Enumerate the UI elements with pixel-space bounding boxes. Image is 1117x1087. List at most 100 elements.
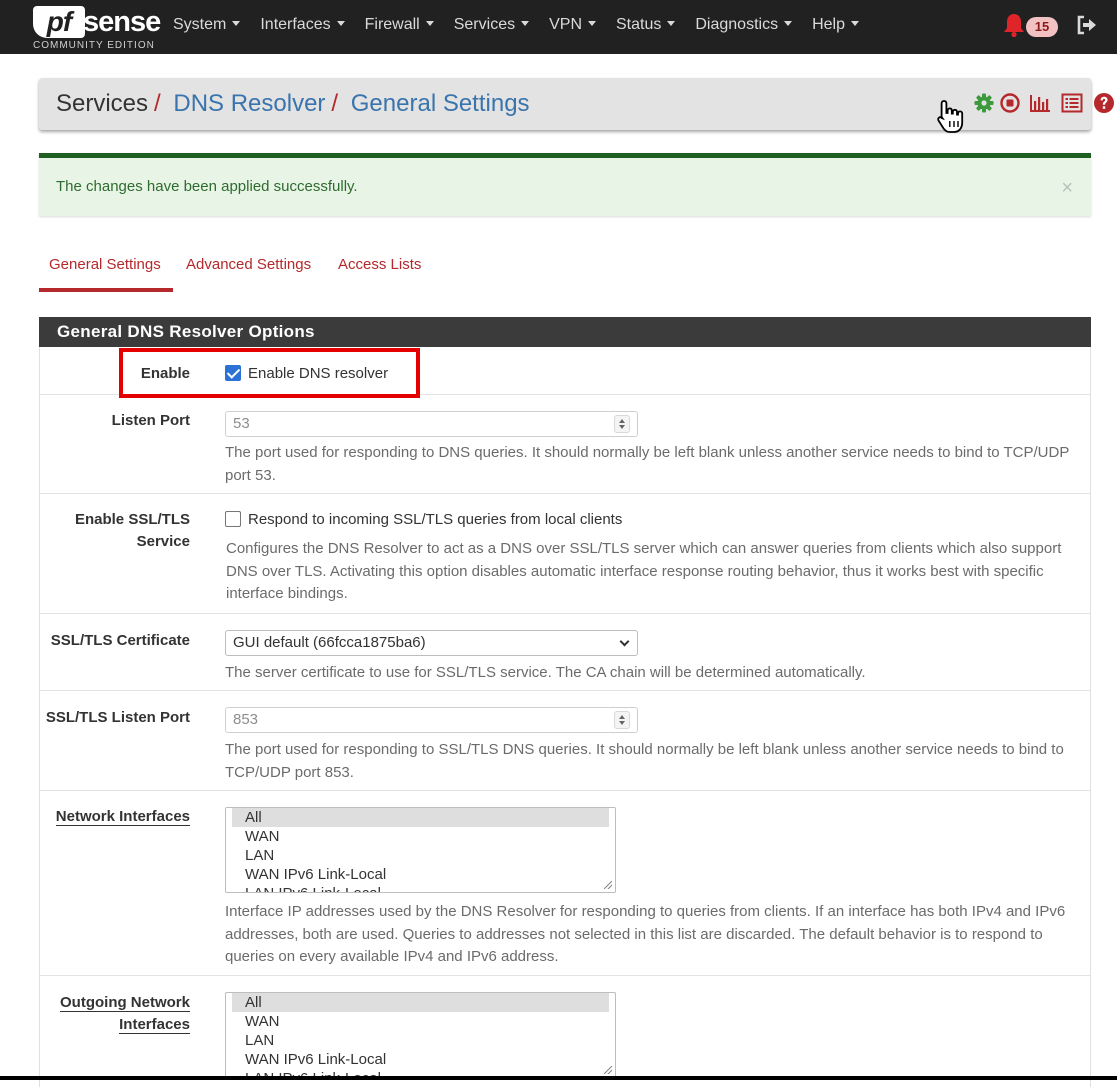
alert-message: The changes have been applied successful… bbox=[56, 178, 358, 195]
log-list-icon[interactable] bbox=[1061, 92, 1083, 114]
ssl-tls-service-label: Enable SSL/TLS Service bbox=[30, 509, 190, 553]
row-listen-port: Listen Port 53 The port used for respond… bbox=[40, 395, 1090, 494]
alert-close-button[interactable]: × bbox=[1061, 178, 1073, 198]
ssl-tls-listen-port-help: The port used for responding to SSL/TLS … bbox=[225, 741, 1064, 781]
list-option-wan-ipv6[interactable]: WAN IPv6 Link-Local bbox=[232, 865, 609, 884]
bar-chart-icon[interactable] bbox=[1029, 92, 1051, 114]
list-option-all[interactable]: All bbox=[232, 993, 609, 1012]
caret-down-icon bbox=[336, 21, 345, 26]
certificate-selected-value: GUI default (66fcca1875ba6) bbox=[233, 634, 426, 651]
list-option-wan[interactable]: WAN bbox=[232, 1012, 609, 1031]
ssl-port-value: 853 bbox=[233, 711, 259, 728]
ssl-tls-certificate-select[interactable]: GUI default (66fcca1875ba6) bbox=[225, 630, 638, 656]
menu-label: Help bbox=[812, 16, 845, 33]
ssl-tls-checkbox[interactable]: Respond to incoming SSL/TLS queries from… bbox=[225, 510, 622, 530]
list-option-wan-ipv6[interactable]: WAN IPv6 Link-Local bbox=[232, 1050, 609, 1069]
enable-checkbox-label: Enable DNS resolver bbox=[248, 365, 389, 382]
ssl-tls-certificate-help: The server certificate to use for SSL/TL… bbox=[225, 664, 866, 681]
ssl-tls-listen-port-label: SSL/TLS Listen Port bbox=[45, 709, 190, 726]
breadcrumb-general-settings[interactable]: General Settings bbox=[351, 90, 530, 117]
tab-access-lists[interactable]: Access Lists bbox=[338, 248, 421, 292]
menu-label: VPN bbox=[549, 16, 582, 33]
chevron-down-icon bbox=[619, 636, 630, 647]
listen-port-value: 53 bbox=[233, 415, 250, 432]
logo-sense: sense bbox=[83, 6, 161, 38]
list-option-wan[interactable]: WAN bbox=[232, 827, 609, 846]
menu-label: Status bbox=[616, 16, 662, 33]
tab-advanced-settings[interactable]: Advanced Settings bbox=[186, 248, 311, 292]
ssl-tls-checkbox-label: Respond to incoming SSL/TLS queries from… bbox=[248, 511, 623, 528]
menu-label: Firewall bbox=[364, 16, 420, 33]
menu-system[interactable]: System bbox=[163, 0, 250, 54]
stop-circle-icon[interactable] bbox=[999, 92, 1021, 114]
list-option-all[interactable]: All bbox=[232, 808, 609, 827]
menu-vpn[interactable]: VPN bbox=[539, 0, 606, 54]
caret-down-icon bbox=[425, 21, 434, 26]
caret-down-icon bbox=[667, 21, 676, 26]
listen-port-label: Listen Port bbox=[111, 412, 190, 429]
list-option-lan[interactable]: LAN bbox=[232, 846, 609, 865]
row-ssl-tls-listen-port: SSL/TLS Listen Port 853 The port used fo… bbox=[40, 691, 1090, 791]
breadcrumb-panel: Services / DNS Resolver / General Settings bbox=[39, 78, 1114, 130]
success-alert: The changes have been applied successful… bbox=[39, 153, 1091, 216]
ssl-tls-listen-port-input[interactable]: 853 bbox=[225, 707, 638, 733]
logout-icon[interactable] bbox=[1076, 14, 1098, 36]
ssl-tls-certificate-label: SSL/TLS Certificate bbox=[50, 632, 190, 649]
number-spinner-icon[interactable] bbox=[614, 711, 630, 729]
menu-firewall[interactable]: Firewall bbox=[355, 0, 444, 54]
number-spinner-icon[interactable] bbox=[614, 415, 630, 433]
menu-label: Interfaces bbox=[260, 16, 331, 33]
resize-grip-icon[interactable] bbox=[604, 1066, 612, 1074]
caret-down-icon bbox=[850, 21, 859, 26]
network-interfaces-listbox[interactable]: All WAN LAN WAN IPv6 Link-Local LAN IPv6… bbox=[225, 807, 616, 893]
caret-down-icon bbox=[784, 21, 793, 26]
gear-icon[interactable] bbox=[973, 92, 995, 114]
top-navbar: pf sense COMMUNITY EDITION System Interf… bbox=[0, 0, 1117, 54]
resize-grip-icon[interactable] bbox=[604, 881, 612, 889]
menu-label: Services bbox=[453, 16, 516, 33]
breadcrumb-services: Services bbox=[56, 90, 149, 117]
breadcrumb: Services / DNS Resolver / General Settings bbox=[56, 78, 530, 130]
list-option-lan-ipv6[interactable]: LAN IPv6 Link-Local bbox=[232, 884, 609, 892]
menu-label: System bbox=[173, 16, 227, 33]
outgoing-interfaces-listbox[interactable]: All WAN LAN WAN IPv6 Link-Local LAN IPv6… bbox=[225, 992, 616, 1078]
menu-label: Diagnostics bbox=[695, 16, 779, 33]
menu-status[interactable]: Status bbox=[606, 0, 685, 54]
outgoing-interfaces-label[interactable]: Outgoing Network Interfaces bbox=[30, 992, 190, 1036]
row-network-interfaces: Network Interfaces All WAN LAN WAN IPv6 … bbox=[40, 791, 1090, 976]
listen-port-input[interactable]: 53 bbox=[225, 411, 638, 437]
notification-count-badge[interactable]: 15 bbox=[1026, 17, 1058, 37]
help-icon[interactable] bbox=[1093, 92, 1115, 114]
breadcrumb-separator: / bbox=[154, 90, 161, 117]
row-outgoing-network-interfaces: Outgoing Network Interfaces All WAN LAN … bbox=[40, 976, 1090, 1086]
caret-down-icon bbox=[588, 21, 596, 26]
checkbox-checked[interactable] bbox=[225, 365, 241, 381]
main-menu: System Interfaces Firewall Services VPN … bbox=[163, 0, 869, 54]
list-option-lan[interactable]: LAN bbox=[232, 1031, 609, 1050]
network-interfaces-label-text: Network Interfaces bbox=[55, 808, 190, 826]
hand-pointer-cursor-icon bbox=[937, 100, 964, 133]
row-enable: Enable Enable DNS resolver bbox=[40, 347, 1090, 395]
breadcrumb-dns-resolver[interactable]: DNS Resolver bbox=[173, 90, 325, 117]
ssl-tls-help: Configures the DNS Resolver to act as a … bbox=[226, 540, 1062, 602]
outgoing-label-line1: Outgoing Network bbox=[60, 994, 190, 1012]
enable-dns-resolver-checkbox[interactable]: Enable DNS resolver bbox=[225, 364, 388, 384]
breadcrumb-separator: / bbox=[331, 90, 339, 117]
listen-port-help: The port used for responding to DNS quer… bbox=[225, 444, 1070, 484]
bell-icon[interactable] bbox=[1003, 12, 1025, 38]
pfsense-logo[interactable]: pf sense COMMUNITY EDITION bbox=[33, 4, 161, 52]
ssl-tls-label-line1: Enable SSL/TLS bbox=[74, 511, 190, 528]
tab-general-settings[interactable]: General Settings bbox=[39, 248, 173, 292]
menu-help[interactable]: Help bbox=[802, 0, 869, 54]
network-interfaces-label[interactable]: Network Interfaces bbox=[30, 806, 190, 828]
checkbox-unchecked[interactable] bbox=[225, 511, 241, 527]
row-ssl-tls-certificate: SSL/TLS Certificate GUI default (66fcca1… bbox=[40, 614, 1090, 691]
menu-services[interactable]: Services bbox=[444, 0, 539, 54]
row-ssl-tls-service: Enable SSL/TLS Service Respond to incomi… bbox=[40, 494, 1090, 614]
enable-label: Enable bbox=[140, 365, 190, 382]
logo-edition: COMMUNITY EDITION bbox=[33, 40, 155, 51]
menu-interfaces[interactable]: Interfaces bbox=[250, 0, 354, 54]
menu-diagnostics[interactable]: Diagnostics bbox=[685, 0, 802, 54]
panel-title: General DNS Resolver Options bbox=[39, 317, 1091, 347]
caret-down-icon bbox=[521, 21, 530, 26]
